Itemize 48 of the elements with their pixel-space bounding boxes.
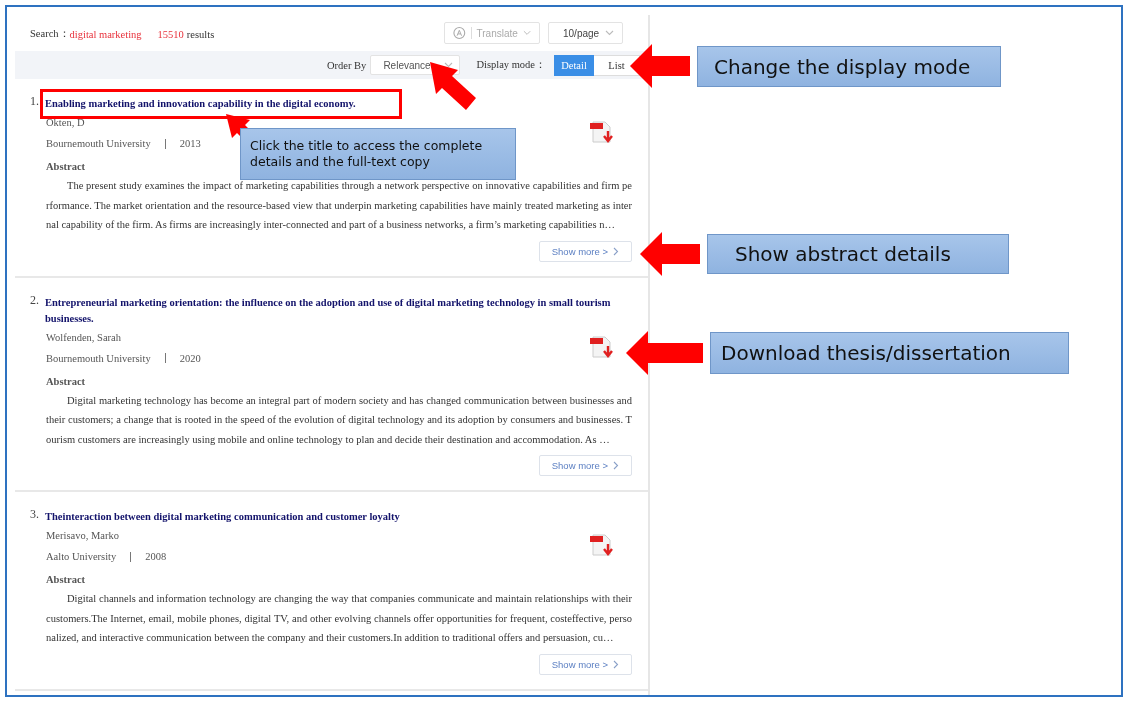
pointer-arrow	[630, 44, 690, 88]
author-name: Wolfenden, Sarah	[46, 330, 122, 345]
pdf-download-icon[interactable]	[590, 334, 616, 361]
pdf-download-icon[interactable]	[590, 533, 616, 559]
chevron-icon	[613, 461, 619, 470]
pointer-arrow	[430, 62, 476, 110]
show-more-button[interactable]: Show more >	[538, 455, 632, 476]
translate-icon	[453, 26, 466, 40]
university-name: Aalto University	[46, 550, 117, 564]
chevron-icon	[613, 659, 619, 669]
show-more-button[interactable]: Show more >	[538, 240, 632, 262]
search-label: Search：	[30, 27, 70, 41]
university-name: Bournemouth University	[46, 137, 151, 151]
order-by-label: Order By	[327, 59, 367, 71]
chevron-icon	[613, 246, 619, 256]
page-size-select[interactable]: 10/page	[548, 22, 623, 44]
result-count: 15510	[157, 28, 184, 40]
publication-year: 2008	[145, 550, 167, 564]
result-number: 1.	[30, 94, 39, 109]
publication-year: 2013	[179, 137, 201, 151]
callout-box: Change the display mode	[697, 46, 1001, 87]
author-name: Merisavo, Marko	[46, 529, 120, 543]
abstract-text: The present study examines the impact of marketing capabilities through a network perspective on innovative capabilities and firm performance. The market orientation and the resource-based view that underpin marketing capabilities have mainly treated marketing as internal capability of the firm. As firms are increasingly inter-connected and part of a business networks, a firm’s marketing capabilities n…	[45, 179, 632, 232]
caret-icon	[522, 30, 531, 36]
show-more-button[interactable]: Show more >	[538, 653, 632, 675]
university-name: Bournemouth University	[46, 351, 151, 366]
pdf-download-icon[interactable]	[590, 120, 616, 146]
abstract-label: Abstract	[46, 573, 86, 587]
callout-box: Download thesis/dissertation	[710, 332, 1069, 374]
abstract-label: Abstract	[46, 374, 86, 389]
abstract-text: Digital channels and information technology are changing the way that companies communicate and maintain relationships with their customers.The Internet, email, mobile phones, digital TV, and other evolving channels offer opportunities for frequent, costeffective, personalized, and interactive communication between the company and their customers.In addition to traditional offers and persuasion, cu…	[45, 592, 632, 645]
pointer-arrow	[640, 232, 700, 276]
result-number: 3.	[30, 507, 39, 522]
result-number: 2.	[30, 292, 39, 308]
author-name: Okten, D	[46, 116, 86, 130]
search-query: digital marketing	[69, 28, 142, 40]
publication-year: 2020	[179, 351, 201, 366]
abstract-text: Digital marketing technology has become an integral part of modern society and has changed communication between businesses and their customers; a change that is rooted in the speed of the evolution of digital technology and its adoption by consumers and businesses. Tourism customers are increasingly using mobile and online technology to plan and decide their destination and accommodation. As …	[45, 393, 632, 447]
callout-box: Show abstract details	[707, 234, 1009, 274]
caret-icon	[605, 30, 614, 36]
result-title-link[interactable]: Entrepreneurial marketing orientation: the influence on the adoption and use of digital marketing technology in small tourism businesses.	[45, 292, 632, 327]
callout-box: Click the title to access the complete details and the full-text copy	[240, 128, 516, 180]
result-title-link[interactable]: Enabling marketing and innovation capability in the digital economy.	[45, 94, 356, 112]
result-title-link[interactable]: Theinteraction between digital marketing communication and customer loyalty	[45, 507, 400, 525]
abstract-label: Abstract	[46, 160, 86, 174]
results-label: results	[186, 28, 215, 40]
display-mode-tab[interactable]: List	[594, 54, 640, 76]
display-mode-label: Display mode：	[476, 58, 546, 72]
